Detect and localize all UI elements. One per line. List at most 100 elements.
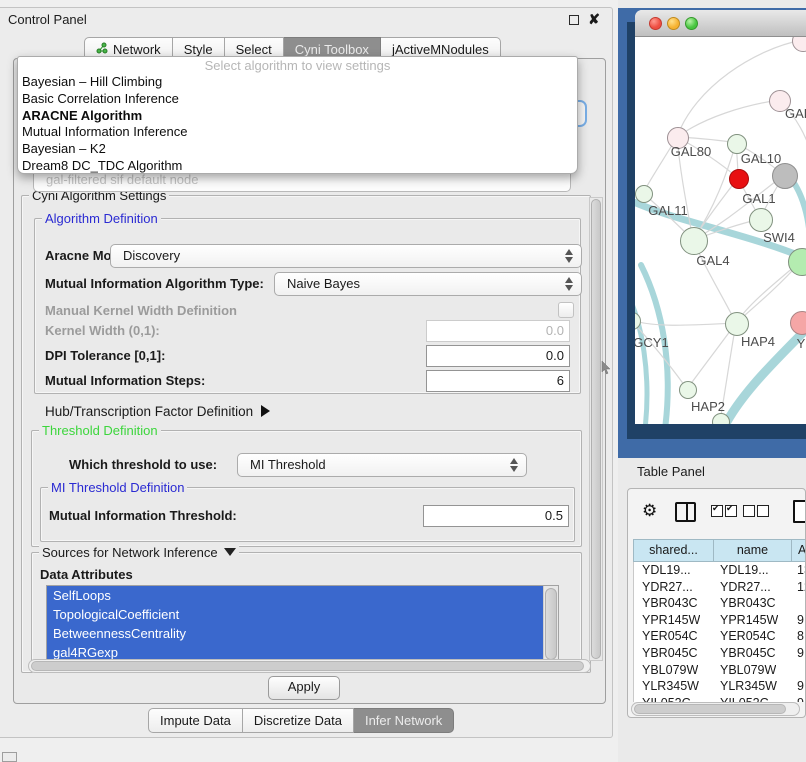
sources-group: Sources for Network Inference Data Attri… xyxy=(31,552,582,673)
deselect-all-checks-icon[interactable] xyxy=(743,505,755,517)
dropdown-item[interactable]: Basic Correlation Inference xyxy=(18,91,577,108)
network-node[interactable] xyxy=(749,208,773,232)
mi-threshold-field[interactable]: 0.5 xyxy=(423,505,569,527)
table-row[interactable]: YIL052CYIL052C9. xyxy=(634,695,806,702)
node-label: Y xyxy=(797,336,806,351)
new-file-icon[interactable] xyxy=(793,500,806,523)
settings-horizontal-scrollbar[interactable] xyxy=(28,659,591,673)
table-horizontal-scrollbar[interactable] xyxy=(631,702,800,716)
node-label: HAP4 xyxy=(741,334,775,349)
settings-vertical-scrollbar[interactable] xyxy=(589,197,603,661)
network-node[interactable] xyxy=(635,185,653,203)
data-attributes-list: SelfLoops TopologicalCoefficient Between… xyxy=(46,585,559,665)
manual-kernel-width-checkbox[interactable] xyxy=(558,302,574,318)
table-row[interactable]: YDR27...YDR27...12 xyxy=(634,579,806,596)
window-close-icon[interactable] xyxy=(649,17,662,30)
dropdown-item[interactable]: Dream8 DC_TDC Algorithm xyxy=(18,158,577,175)
gear-icon[interactable]: ⚙ xyxy=(642,502,657,519)
which-threshold-combo[interactable]: MI Threshold xyxy=(237,453,527,477)
tab-impute-data[interactable]: Impute Data xyxy=(148,708,243,733)
network-node[interactable] xyxy=(772,163,798,189)
tab-discretize-data[interactable]: Discretize Data xyxy=(243,708,354,733)
algorithm-definition-legend: Algorithm Definition xyxy=(42,211,161,226)
network-node-selected-red[interactable] xyxy=(729,169,749,189)
network-node[interactable] xyxy=(680,227,708,255)
select-all-checks-icon[interactable] xyxy=(711,505,723,517)
node-label: GCY1 xyxy=(635,335,669,350)
dropdown-item-selected[interactable]: ARACNE Algorithm xyxy=(18,108,577,125)
kernel-width-label: Kernel Width (0,1): xyxy=(45,323,160,338)
network-node[interactable] xyxy=(712,413,730,424)
dpi-tolerance-label: DPI Tolerance [0,1]: xyxy=(45,348,165,363)
network-node[interactable] xyxy=(725,312,749,336)
attribute-item[interactable]: SelfLoops xyxy=(47,586,544,605)
mi-algorithm-type-combo[interactable]: Naive Bayes xyxy=(274,272,582,296)
mi-threshold-legend: MI Threshold Definition xyxy=(48,480,187,495)
column-header[interactable]: A xyxy=(791,539,806,562)
combo-updown-icon xyxy=(565,277,574,291)
algorithm-dropdown-list: Select algorithm to view settings Bayesi… xyxy=(17,56,578,174)
sources-legend[interactable]: Sources for Network Inference xyxy=(39,545,239,560)
table-row[interactable]: YPR145WYPR145W9. xyxy=(634,612,806,629)
threshold-definition-group: Threshold Definition Which threshold to … xyxy=(31,430,582,547)
columns-icon[interactable] xyxy=(675,502,696,522)
attributes-vertical-scrollbar[interactable] xyxy=(543,586,558,664)
node-label: HAP2 xyxy=(691,399,725,414)
node-label: GAL11 xyxy=(648,203,688,218)
node-label: GAL4 xyxy=(696,253,729,268)
attribute-item[interactable]: TopologicalCoefficient xyxy=(47,605,544,624)
close-icon[interactable]: ✘ xyxy=(588,11,600,28)
node-label: SWI4 xyxy=(763,230,795,245)
dropdown-prompt: Select algorithm to view settings xyxy=(18,58,577,74)
mi-steps-label: Mutual Information Steps: xyxy=(45,373,205,388)
cyni-algorithm-settings-group: Cyni Algorithm Settings Algorithm Defini… xyxy=(21,195,591,673)
network-view-window: GAL GAL80 GAL10 GAL1 GAL11 SWI4 GAL4 GCY… xyxy=(635,10,806,424)
right-region: GAL GAL80 GAL10 GAL1 GAL11 SWI4 GAL4 GCY… xyxy=(618,0,806,762)
node-label: GAL10 xyxy=(741,151,781,166)
deselect-all-checks-icon[interactable] xyxy=(757,505,769,517)
node-label: GAL80 xyxy=(671,144,711,159)
cyni-bottom-tabs: Impute Data Discretize Data Infer Networ… xyxy=(148,708,454,733)
table-row[interactable]: YDL19...YDL19...13 xyxy=(634,562,806,579)
hub-definition-toggle[interactable]: Hub/Transcription Factor Definition xyxy=(45,404,270,419)
node-label: GAL xyxy=(785,106,806,121)
dropdown-item[interactable]: Mutual Information Inference xyxy=(18,124,577,141)
mi-steps-field[interactable]: 6 xyxy=(426,370,570,392)
tab-infer-network[interactable]: Infer Network xyxy=(354,708,454,733)
collapse-down-icon xyxy=(224,548,236,556)
table-rows: YDL19...YDL19...13 YDR27...YDR27...12 YB… xyxy=(633,562,806,702)
kernel-width-field[interactable]: 0.0 xyxy=(426,320,570,342)
column-header[interactable]: name xyxy=(713,539,792,562)
combo-updown-icon xyxy=(565,249,574,263)
network-node[interactable] xyxy=(679,381,697,399)
control-panel: Control Panel ✘ Network Style Select Cyn… xyxy=(0,7,613,738)
mi-algorithm-type-label: Mutual Information Algorithm Type: xyxy=(45,276,264,291)
table-panel-title: Table Panel xyxy=(637,464,705,479)
dpi-tolerance-field[interactable]: 0.0 xyxy=(426,345,570,367)
dropdown-item[interactable]: Bayesian – Hill Climbing xyxy=(18,74,577,91)
table-row[interactable]: YLR345WYLR345W9. xyxy=(634,678,806,695)
table-row[interactable]: YER054CYER054C8. xyxy=(634,628,806,645)
dropdown-item[interactable]: Bayesian – K2 xyxy=(18,141,577,158)
expand-right-icon xyxy=(261,405,270,417)
table-row[interactable]: YBL079WYBL079W xyxy=(634,662,806,679)
table-row[interactable]: YBR043CYBR043C xyxy=(634,595,806,612)
window-zoom-icon[interactable] xyxy=(685,17,698,30)
mi-threshold-label: Mutual Information Threshold: xyxy=(49,508,237,523)
node-label: GAL1 xyxy=(742,191,775,206)
manual-kernel-width-label: Manual Kernel Width Definition xyxy=(45,303,237,318)
column-header[interactable]: shared... xyxy=(633,539,714,562)
panel-grip[interactable] xyxy=(2,752,17,762)
float-panel-icon[interactable] xyxy=(569,15,579,25)
threshold-definition-legend: Threshold Definition xyxy=(39,423,161,438)
network-window-titlebar[interactable] xyxy=(635,10,806,37)
attribute-item[interactable]: BetweennessCentrality xyxy=(47,624,544,643)
mouse-cursor xyxy=(601,361,611,375)
table-row[interactable]: YBR045CYBR045C9. xyxy=(634,645,806,662)
apply-button[interactable]: Apply xyxy=(268,676,340,700)
window-minimize-icon[interactable] xyxy=(667,17,680,30)
algorithm-definition-group: Algorithm Definition Aracne Mode: Discov… xyxy=(34,218,581,394)
select-all-checks-icon[interactable] xyxy=(725,505,737,517)
network-canvas[interactable]: GAL GAL80 GAL10 GAL1 GAL11 SWI4 GAL4 GCY… xyxy=(635,37,806,424)
aracne-mode-combo[interactable]: Discovery xyxy=(110,244,582,268)
